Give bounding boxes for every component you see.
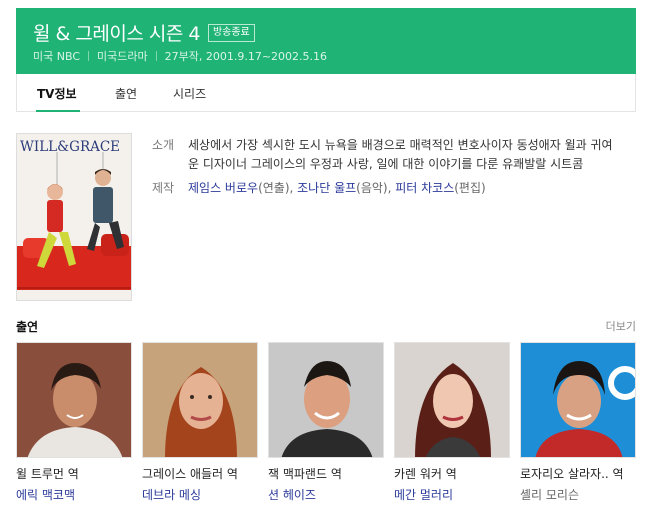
cast-role: 그레이스 애들러 역 (142, 467, 238, 481)
cast-portrait (395, 343, 509, 457)
producer-link[interactable]: 조나단 울프 (297, 181, 356, 195)
producer-role: (편집) (454, 181, 486, 195)
producer-label: 제작 (152, 181, 175, 195)
cast-role: 로자리오 살라자.. 역 (520, 467, 624, 481)
producer-list: 제임스 버로우(연출), 조나단 울프(음악), 피터 차코스(편집) (188, 179, 622, 198)
producer-row: 제작 제임스 버로우(연출), 조나단 울프(음악), 피터 차코스(편집) (152, 179, 622, 198)
tab-bar: TV정보 출연 시리즈 (16, 74, 636, 112)
cast-card[interactable]: 로자리오 살라자.. 역 셸리 모리슨 (520, 342, 636, 503)
cast-name-link[interactable]: 션 헤이즈 (268, 486, 384, 503)
cast-list: 윌 트루먼 역 에릭 맥코맥 그레이스 애들러 역 데브라 메싱 잭 맥파랜드 … (16, 342, 646, 503)
cast-name-link[interactable]: 메간 멀러리 (394, 486, 510, 503)
meta-divider (88, 51, 89, 61)
synopsis-text: 세상에서 가장 섹시한 도시 뉴욕을 배경으로 매력적인 변호사이자 동성애자 … (188, 138, 613, 171)
cast-photo[interactable] (268, 342, 384, 458)
cast-role: 잭 맥파랜드 역 (268, 467, 342, 481)
genre: 미국드라마 (97, 50, 148, 63)
cast-card[interactable]: 카렌 워커 역 메간 멀러리 (394, 342, 510, 503)
tab-tv-info[interactable]: TV정보 (37, 85, 77, 102)
cast-portrait (143, 343, 257, 457)
cast-card[interactable]: 잭 맥파랜드 역 션 헤이즈 (268, 342, 384, 503)
poster-artwork: WILL&GRACE (17, 134, 131, 300)
cast-role: 윌 트루먼 역 (16, 467, 79, 481)
synopsis-row: 소개 세상에서 가장 섹시한 도시 뉴욕을 배경으로 매력적인 변호사이자 동성… (152, 136, 622, 174)
cast-photo[interactable] (520, 342, 636, 458)
title-row: 윌 & 그레이스 시즌 4 방송종료 (33, 19, 255, 46)
program-info: 소개 세상에서 가장 섹시한 도시 뉴욕을 배경으로 매력적인 변호사이자 동성… (152, 136, 622, 198)
cast-photo[interactable] (394, 342, 510, 458)
program-header: 윌 & 그레이스 시즌 4 방송종료 미국 NBC 미국드라마 27부작, 20… (16, 8, 636, 74)
cast-photo[interactable] (16, 342, 132, 458)
active-tab-indicator (36, 110, 80, 112)
poster-image[interactable]: WILL&GRACE (16, 133, 132, 301)
cast-name-link[interactable]: 에릭 맥코맥 (16, 486, 132, 503)
tab-cast[interactable]: 출연 (115, 85, 137, 102)
cast-portrait (521, 343, 635, 457)
program-meta: 미국 NBC 미국드라마 27부작, 2001.9.17~2002.5.16 (33, 48, 327, 64)
cast-card[interactable]: 그레이스 애들러 역 데브라 메싱 (142, 342, 258, 503)
status-badge: 방송종료 (207, 23, 255, 42)
cast-portrait (17, 343, 131, 457)
producer-link[interactable]: 제임스 버로우 (188, 181, 258, 195)
cast-section-title: 출연 (16, 320, 39, 334)
cast-portrait (269, 343, 383, 457)
meta-divider (155, 51, 157, 61)
cast-photo[interactable] (142, 342, 258, 458)
cast-name-link[interactable]: 데브라 메싱 (142, 486, 258, 503)
tab-series[interactable]: 시리즈 (173, 85, 206, 102)
cast-name: 셸리 모리슨 (520, 488, 580, 502)
producer-role: (음악), (356, 181, 396, 195)
episodes-dates: 27부작, 2001.9.17~2002.5.16 (164, 50, 328, 63)
producer-link[interactable]: 피터 차코스 (395, 181, 454, 195)
cast-card[interactable]: 윌 트루먼 역 에릭 맥코맥 (16, 342, 132, 503)
program-title[interactable]: 윌 & 그레이스 시즌 4 (33, 19, 200, 46)
poster-logo: WILL&GRACE (20, 139, 120, 155)
synopsis-label: 소개 (152, 138, 175, 152)
more-link[interactable]: 더보기 (606, 318, 636, 334)
cast-role: 카렌 워커 역 (394, 467, 457, 481)
broadcaster: 미국 NBC (33, 50, 80, 63)
producer-role: (연출), (258, 181, 298, 195)
